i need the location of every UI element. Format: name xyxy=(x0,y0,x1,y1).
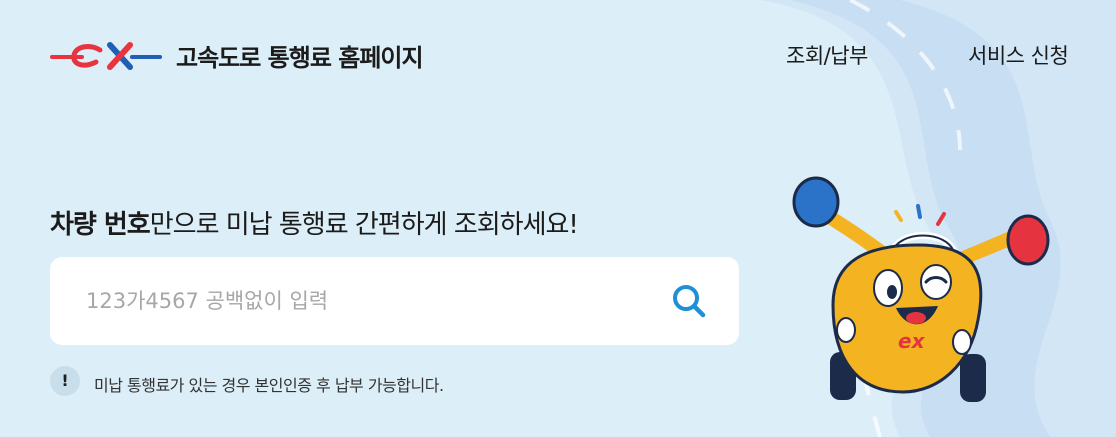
search-icon xyxy=(673,285,706,318)
site-title[interactable]: 고속도로 통행료 홈페이지 xyxy=(176,38,424,73)
headline-bold: 차량 번호 xyxy=(50,210,151,240)
exclamation-icon: ! xyxy=(50,366,80,396)
mascot-ex-logo: ex xyxy=(898,329,926,353)
blue-glove xyxy=(792,176,840,228)
search-box xyxy=(50,257,739,345)
nav-lookup-payment[interactable]: 조회/납부 xyxy=(786,40,868,70)
search-button[interactable] xyxy=(669,281,709,321)
notice-text: 미납 통행료가 있는 경우 본인인증 후 납부 가능합니다. xyxy=(94,376,444,395)
vehicle-number-input[interactable] xyxy=(86,281,646,321)
nav-service-request[interactable]: 서비스 신청 xyxy=(968,40,1069,70)
ex-logo[interactable] xyxy=(50,36,162,76)
red-glove xyxy=(1006,214,1050,266)
mascot-car-illustration: ex xyxy=(792,176,1050,402)
headline: 차량 번호만으로 미납 통행료 간편하게 조회하세요! xyxy=(50,204,579,241)
headline-rest: 만으로 미납 통행료 간편하게 조회하세요! xyxy=(149,210,579,240)
